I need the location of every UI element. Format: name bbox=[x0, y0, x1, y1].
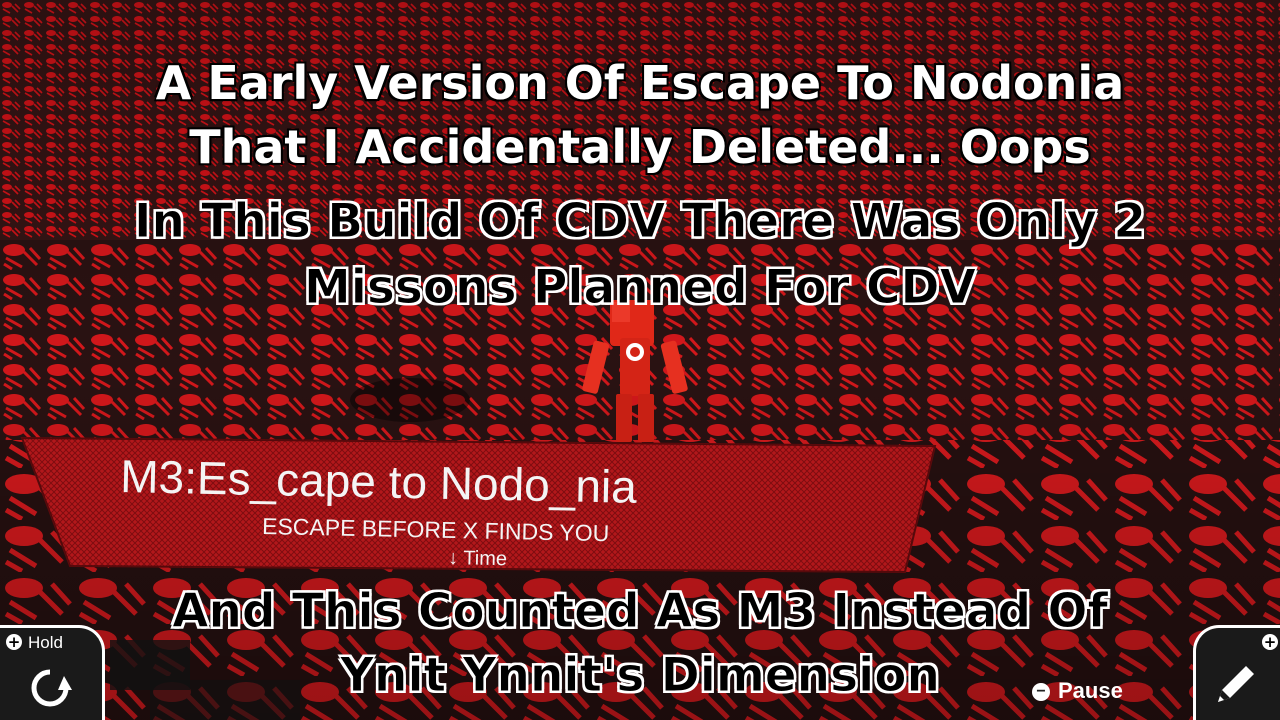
mission-stat-label: ↓ Time bbox=[448, 547, 507, 570]
mission-board: M3:Es_cape to Nodo_nia ESCAPE BEFORE X F… bbox=[20, 436, 937, 574]
minus-icon: − bbox=[1032, 683, 1050, 701]
edit-button[interactable]: + bbox=[1193, 625, 1280, 720]
caption-line-4: Missons Planned For CDV bbox=[304, 260, 977, 315]
rotate-icon bbox=[31, 669, 72, 707]
pause-button[interactable]: − Pause bbox=[1032, 678, 1123, 704]
hold-button[interactable]: + Hold bbox=[0, 625, 105, 720]
caption-line-3: In This Build Of CDV There Was Only 2 bbox=[133, 194, 1147, 249]
mission-title: M3:Es_cape to Nodo_nia bbox=[120, 450, 638, 513]
plus-icon: + bbox=[1262, 633, 1278, 651]
caption-line-5: And This Counted As M3 Instead Of bbox=[172, 584, 1109, 639]
caption-line-2: That I Accidentally Deleted... Oops bbox=[188, 120, 1092, 174]
pencil-icon bbox=[1218, 666, 1254, 702]
caption-line-1: A Early Version Of Escape To Nodonia bbox=[155, 56, 1125, 110]
plus-icon: + bbox=[6, 633, 22, 651]
pause-label: Pause bbox=[1058, 678, 1123, 703]
hold-label: Hold bbox=[28, 633, 63, 652]
